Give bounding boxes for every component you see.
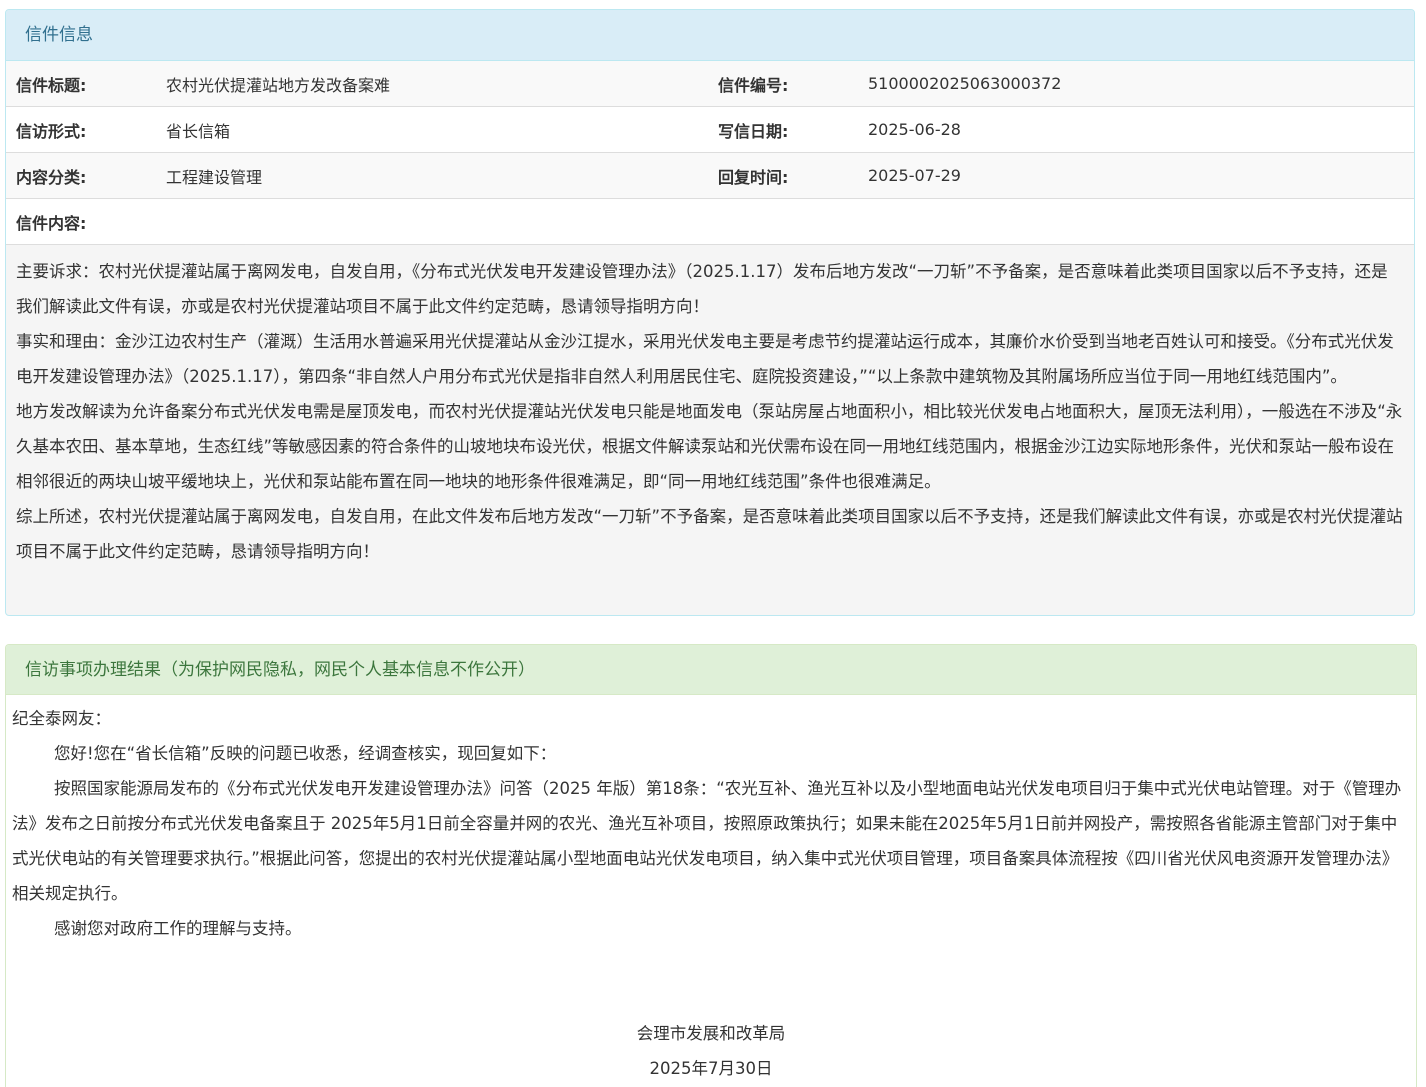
letter-title-value: 农村光伏提灌站地方发改备案难: [156, 61, 708, 107]
letter-info-panel: 信件信息 信件标题: 农村光伏提灌站地方发改备案难 信件编号: 51000020…: [5, 9, 1415, 616]
write-date-value: 2025-06-28: [858, 106, 1414, 153]
letter-content-paragraph: 事实和理由：金沙江边农村生产（灌溉）生活用水普遍采用光伏提灌站从金沙江提水，采用…: [16, 332, 1394, 386]
reply-paragraph: 感谢您对政府工作的理解与支持。: [54, 919, 302, 938]
signature-org: 会理市发展和改革局: [636, 1024, 786, 1043]
letter-title-label: 信件标题:: [6, 61, 156, 107]
reply-result-panel: 信访事项办理结果（为保护网民隐私，网民个人基本信息不作公开） 纪全泰网友： 您好…: [5, 644, 1417, 1087]
reply-paragraph: 您好!您在“省长信箱”反映的问题已收悉，经调查核实，现回复如下：: [54, 744, 557, 763]
petition-form-value: 省长信箱: [156, 106, 708, 153]
table-row: 信访形式: 省长信箱 写信日期: 2025-06-28: [6, 106, 1414, 153]
table-row: 内容分类: 工程建设管理 回复时间: 2025-07-29: [6, 152, 1414, 199]
letter-info-table: 信件标题: 农村光伏提灌站地方发改备案难 信件编号: 5100002025063…: [6, 61, 1414, 245]
letter-number-label: 信件编号:: [708, 61, 858, 107]
letter-content-paragraph: 主要诉求：农村光伏提灌站属于离网发电，自发自用，《分布式光伏发电开发建设管理办法…: [16, 262, 1388, 316]
content-category-label: 内容分类:: [6, 152, 156, 199]
signature-date: 2025年7月30日: [649, 1059, 773, 1078]
letter-content-body: 主要诉求：农村光伏提灌站属于离网发电，自发自用，《分布式光伏发电开发建设管理办法…: [6, 245, 1414, 577]
write-date-label: 写信日期:: [708, 106, 858, 153]
reply-paragraph: 按照国家能源局发布的《分布式光伏发电开发建设管理办法》问答（2025 年版）第1…: [12, 779, 1402, 903]
petition-form-label: 信访形式:: [6, 106, 156, 153]
letter-content-label: 信件内容:: [6, 198, 1414, 245]
table-row: 信件内容:: [6, 198, 1414, 245]
reply-body: 纪全泰网友： 您好!您在“省长信箱”反映的问题已收悉，经调查核实，现回复如下： …: [6, 695, 1416, 1086]
letter-number-value: 5100002025063000372: [858, 61, 1414, 107]
reply-result-heading: 信访事项办理结果（为保护网民隐私，网民个人基本信息不作公开）: [6, 645, 1416, 695]
reply-time-label: 回复时间:: [708, 152, 858, 199]
reply-signature: 会理市发展和改革局 2025年7月30日: [12, 1016, 1410, 1086]
letter-content-paragraph: 综上所述，农村光伏提灌站属于离网发电，自发自用，在此文件发布后地方发改“一刀斩”…: [16, 507, 1403, 561]
content-category-value: 工程建设管理: [156, 152, 708, 199]
reply-salutation: 纪全泰网友：: [12, 709, 111, 728]
letter-info-heading: 信件信息: [6, 10, 1414, 61]
letter-content-paragraph: 地方发改解读为允许备案分布式光伏发电需是屋顶发电，而农村光伏提灌站光伏发电只能是…: [16, 402, 1403, 491]
reply-time-value: 2025-07-29: [858, 152, 1414, 199]
table-row: 信件标题: 农村光伏提灌站地方发改备案难 信件编号: 5100002025063…: [6, 61, 1414, 107]
